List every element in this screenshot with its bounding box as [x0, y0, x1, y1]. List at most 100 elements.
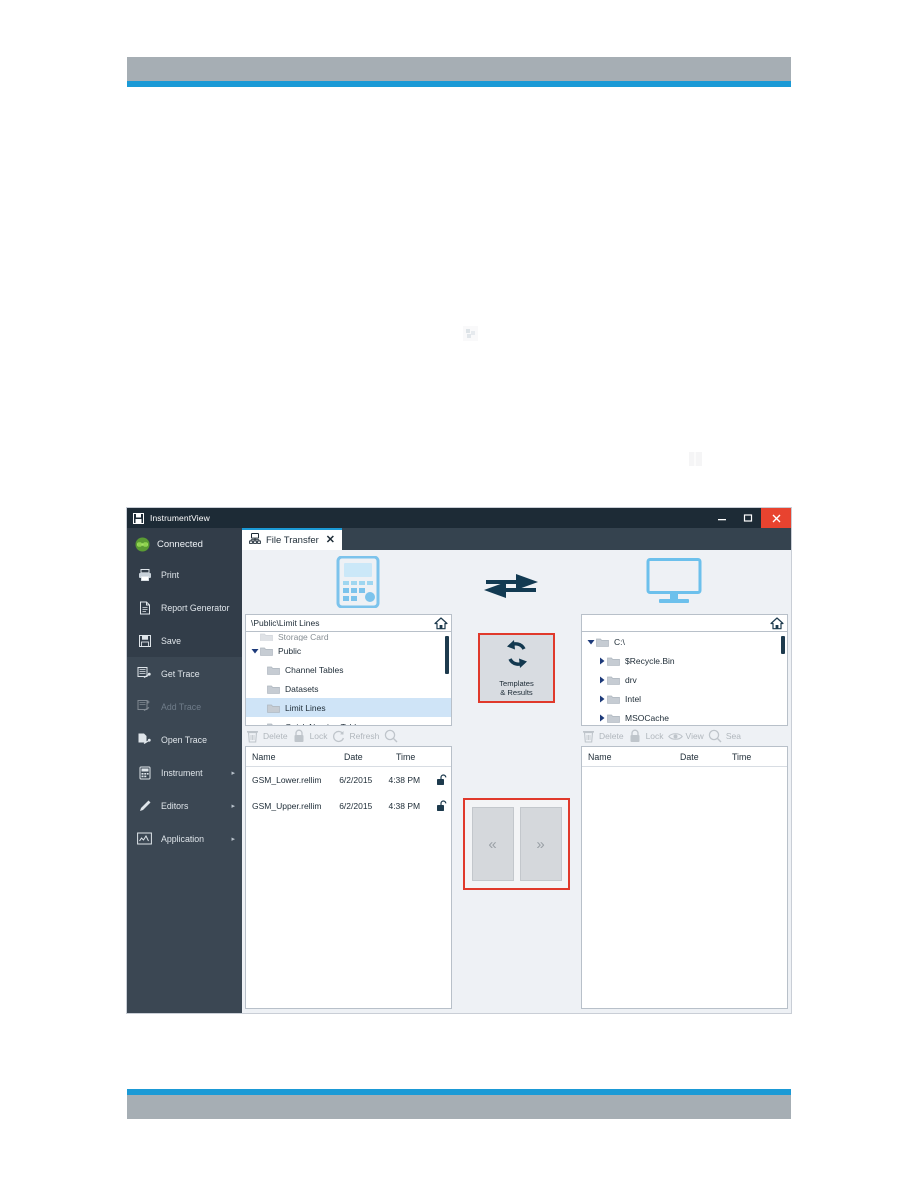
tree-item-label: MSOCache	[625, 712, 669, 723]
instrument-icon	[137, 765, 152, 780]
table-row[interactable]: GSM_Upper.rellim 6/2/2015 4:38 PM	[246, 793, 451, 819]
tree-item[interactable]: Intel	[582, 689, 787, 708]
tree-expander-collapsed-icon[interactable]	[596, 714, 607, 722]
column-header-date: Date	[680, 751, 699, 762]
file-name: GSM_Upper.rellim	[252, 801, 322, 811]
folder-icon	[596, 636, 610, 647]
tree-item-label: Limit Lines	[285, 702, 326, 713]
tree-item[interactable]: Datasets	[246, 679, 451, 698]
folder-icon	[267, 664, 281, 675]
tab-close-icon[interactable]: ✕	[326, 534, 335, 546]
transfer-buttons-group: « »	[463, 798, 570, 890]
file-time: 4:38 PM	[388, 775, 421, 785]
file-name: GSM_Lower.rellim	[252, 775, 322, 785]
footer-gray-band	[127, 1095, 791, 1119]
action-label: Sea	[725, 731, 741, 741]
sidebar-item-label: Save	[161, 635, 182, 646]
instrument-action-toolbar: Delete Lock Refresh	[245, 726, 452, 746]
transfer-to-computer-button[interactable]: »	[519, 807, 562, 881]
header-blue-band	[127, 81, 791, 87]
close-button[interactable]	[761, 508, 791, 528]
home-icon[interactable]	[432, 615, 449, 631]
application-icon	[137, 831, 152, 846]
tree-item[interactable]: Public	[246, 641, 451, 660]
tree-expander-expanded-icon[interactable]	[585, 638, 596, 646]
home-icon[interactable]	[768, 615, 785, 631]
tree-item[interactable]: MSOCache	[582, 708, 787, 725]
instrument-path-text: \Public\Limit Lines	[251, 618, 320, 628]
sidebar-item-print[interactable]: Print	[127, 558, 242, 591]
file-time: 4:38 PM	[388, 801, 421, 811]
tree-item[interactable]: Quick Naming Tables	[246, 717, 451, 725]
tree-expander-collapsed-icon[interactable]	[596, 657, 607, 665]
tree-item[interactable]: C:\	[582, 632, 787, 651]
transfer-to-instrument-button[interactable]: «	[471, 807, 514, 881]
tree-scrollbar-thumb[interactable]	[781, 636, 785, 654]
scan-artifact-icon-upper	[463, 326, 478, 341]
refresh-button[interactable]: Refresh	[332, 729, 379, 744]
maximize-button[interactable]	[735, 508, 761, 528]
unlocked-padlock-icon[interactable]	[434, 774, 451, 786]
sidebar-item-label: Get Trace	[161, 668, 200, 679]
save-disk-icon	[133, 512, 144, 524]
instrument-path-bar[interactable]: \Public\Limit Lines	[245, 614, 452, 632]
table-row[interactable]: GSM_Lower.rellim 6/2/2015 4:38 PM	[246, 767, 451, 793]
sidebar-item-label: Application	[161, 833, 205, 844]
sidebar-item-report-generator[interactable]: Report Generator	[127, 591, 242, 624]
sidebar-item-open-trace[interactable]: Open Trace	[127, 723, 242, 756]
search-icon	[708, 729, 723, 744]
computer-file-pane: C:\ $Recycle.Bin drv Intel MSOCache Dele…	[578, 612, 791, 1013]
delete-button[interactable]: Delete	[245, 729, 288, 744]
bidirectional-transfer-arrows-icon	[480, 572, 542, 605]
minimize-button[interactable]	[709, 508, 735, 528]
column-header-time: Time	[732, 751, 752, 762]
tree-scrollbar-thumb[interactable]	[445, 636, 449, 674]
delete-button[interactable]: Delete	[581, 729, 624, 744]
tree-item[interactable]: $Recycle.Bin	[582, 651, 787, 670]
tree-expander-collapsed-icon[interactable]	[596, 676, 607, 684]
search-button[interactable]	[383, 729, 401, 744]
sidebar-item-add-trace[interactable]: Add Trace	[127, 690, 242, 723]
device-transfer-header	[242, 550, 791, 612]
folder-icon	[607, 712, 621, 723]
instrument-file-list[interactable]: Name Date Time GSM_Lower.rellim 6/2/2015…	[245, 746, 452, 1009]
sidebar-connection-status[interactable]: Connected	[127, 530, 242, 558]
unlocked-padlock-icon[interactable]	[434, 800, 451, 812]
trash-icon	[245, 729, 260, 744]
tree-item-selected[interactable]: Limit Lines	[246, 698, 451, 717]
instrument-folder-tree[interactable]: Storage Card Public Channel Tables Datas…	[245, 632, 452, 726]
tab-file-transfer[interactable]: File Transfer ✕	[242, 528, 343, 550]
sidebar-item-get-trace[interactable]: Get Trace	[127, 657, 242, 690]
folder-icon	[260, 645, 274, 656]
window-body: Connected Print Report Generator Save Ge…	[127, 528, 791, 1013]
computer-folder-tree[interactable]: C:\ $Recycle.Bin drv Intel MSOCache	[581, 632, 788, 726]
action-label: Lock	[645, 731, 664, 741]
tree-expander-expanded-icon[interactable]	[249, 647, 260, 655]
tree-item[interactable]: drv	[582, 670, 787, 689]
sidebar-item-application[interactable]: Application ▸	[127, 822, 242, 855]
computer-path-bar[interactable]	[581, 614, 788, 632]
folder-icon	[267, 702, 281, 713]
search-button[interactable]: Sea	[708, 729, 741, 744]
sidebar-item-editors[interactable]: Editors ▸	[127, 789, 242, 822]
file-list-header: Name Date Time	[246, 747, 451, 767]
scan-artifact-icon-lower	[688, 451, 703, 467]
center-controls-column: Templates & Results « »	[455, 612, 578, 1013]
templates-and-results-button[interactable]: Templates & Results	[478, 633, 555, 703]
column-header-date: Date	[344, 751, 363, 762]
sidebar-item-label: Editors	[161, 800, 189, 811]
lock-button[interactable]: Lock	[292, 729, 328, 744]
templates-label-line2: & Results	[500, 688, 533, 697]
column-header-name: Name	[252, 751, 276, 762]
tree-expander-collapsed-icon[interactable]	[596, 695, 607, 703]
main-sidebar: Connected Print Report Generator Save Ge…	[127, 528, 242, 1013]
tree-item-label: Intel	[625, 693, 642, 704]
tree-item[interactable]: Channel Tables	[246, 660, 451, 679]
templates-button-label: Templates & Results	[499, 679, 534, 697]
sidebar-item-save[interactable]: Save	[127, 624, 242, 657]
tree-item[interactable]: Storage Card	[246, 632, 451, 641]
lock-button[interactable]: Lock	[628, 729, 664, 744]
computer-file-list[interactable]: Name Date Time	[581, 746, 788, 1009]
view-button[interactable]: View	[667, 729, 704, 744]
sidebar-item-instrument[interactable]: Instrument ▸	[127, 756, 242, 789]
